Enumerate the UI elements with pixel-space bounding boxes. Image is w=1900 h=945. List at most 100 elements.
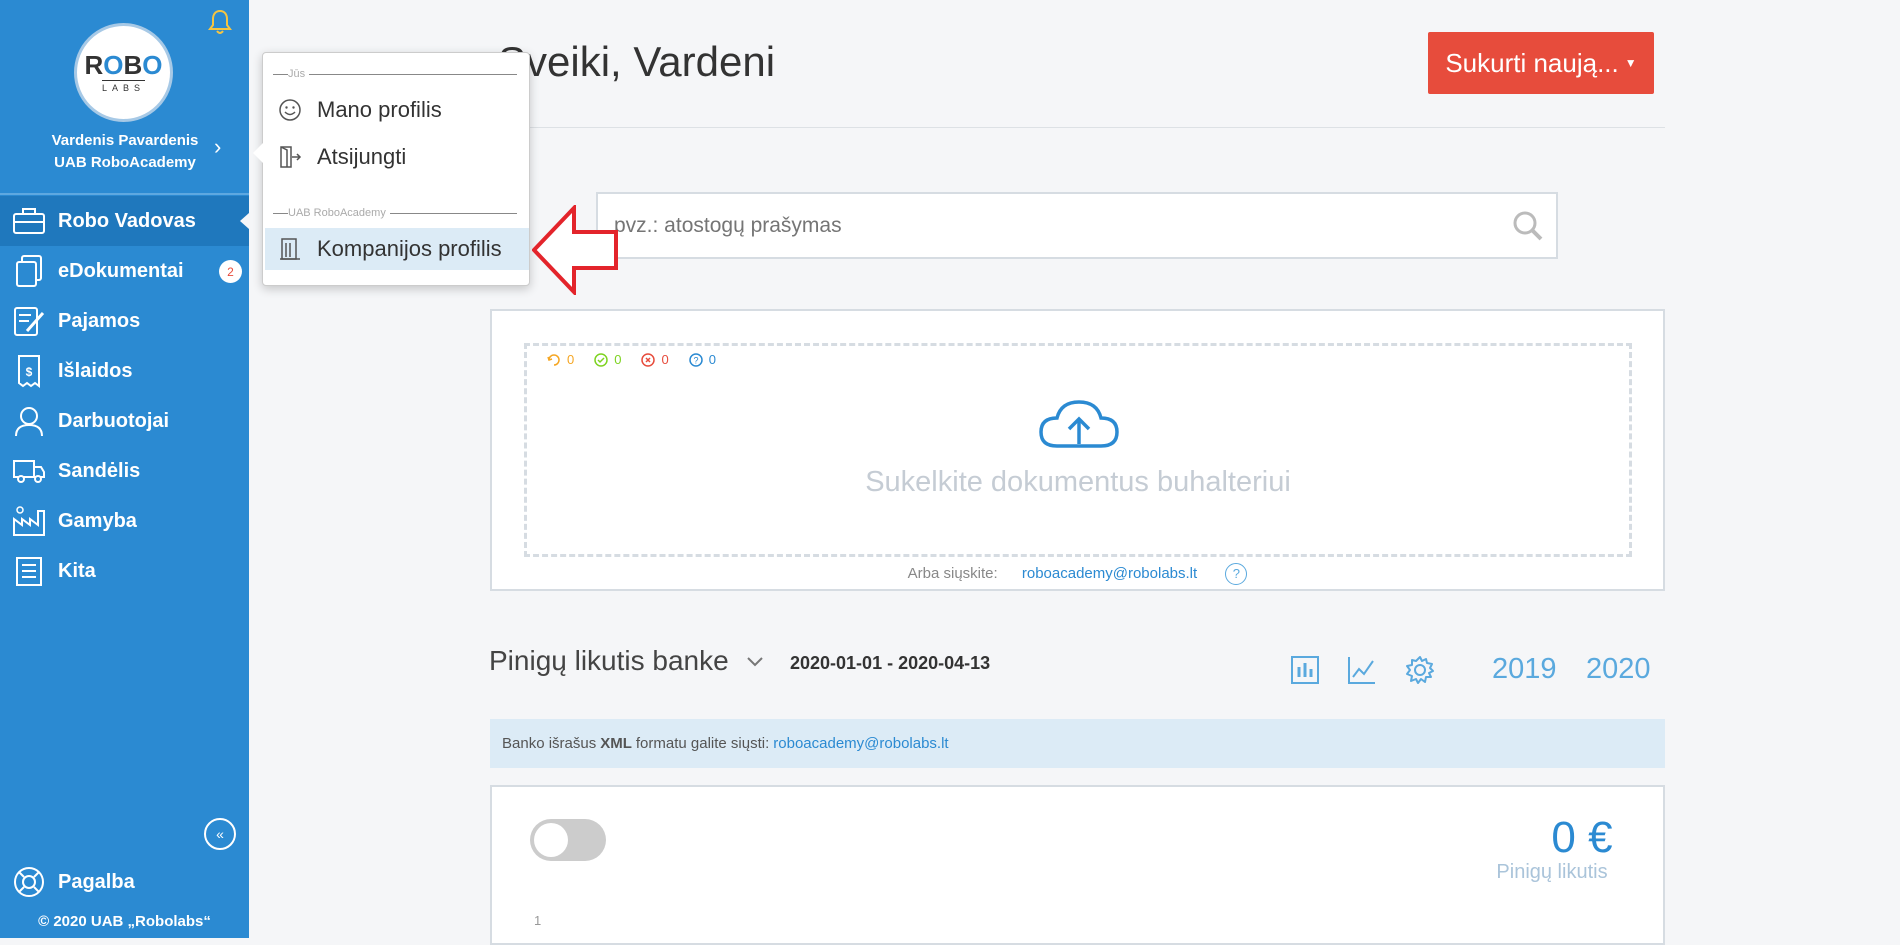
sidebar-item-islaidos[interactable]: $ Išlaidos [0, 346, 249, 396]
email-link[interactable]: roboacademy@robolabs.lt [1022, 565, 1197, 582]
sidebar-item-help[interactable]: Pagalba [12, 865, 135, 899]
header-divider [490, 127, 1665, 128]
my-profile-item[interactable]: Mano profilis [277, 89, 517, 131]
company-logo[interactable]: ROBO LABS [74, 23, 173, 122]
briefcase-icon [12, 204, 46, 238]
sidebar-item-robo-vadovas[interactable]: Robo Vadovas [0, 196, 249, 246]
truck-icon [12, 454, 46, 488]
logout-label: Atsijungti [317, 144, 407, 169]
person-icon [12, 404, 46, 438]
sidebar-nav: Robo Vadovas eDokumentai 2 Pajamos $ Išl… [0, 196, 249, 596]
error-counter: 0 [641, 352, 669, 367]
my-profile-label: Mano profilis [317, 97, 442, 122]
sidebar-item-pajamos[interactable]: Pajamos [0, 296, 249, 346]
year-2020-tab[interactable]: 2020 [1586, 653, 1651, 686]
dropzone-text: Sukelkite dokumentus buhalteriui [865, 466, 1291, 498]
upload-panel: 0 0 0 ? 0 Sukelkite dokumentus buhalteri… [490, 309, 1665, 591]
logo-labs-text: LABS [101, 80, 145, 93]
chart-toggle[interactable] [530, 819, 606, 861]
user-name: Vardenis Pavardenis [51, 132, 199, 149]
gear-icon[interactable] [1405, 655, 1435, 685]
question-circle-icon: ? [688, 352, 703, 367]
sidebar-item-label: Pajamos [58, 309, 141, 332]
sidebar: ROBO LABS Vardenis Pavardenis UAB RoboAc… [0, 0, 249, 938]
sidebar-item-edokumentai[interactable]: eDokumentai 2 [0, 246, 249, 296]
popup-pointer [253, 143, 263, 163]
smile-icon [277, 98, 303, 122]
chevron-right-icon[interactable]: › [214, 134, 221, 160]
section-label-company: UAB RoboAcademy [288, 207, 390, 219]
receipt-icon: $ [12, 354, 46, 388]
annotation-arrow-icon [532, 205, 618, 295]
documents-icon [12, 254, 46, 288]
list-icon [12, 554, 46, 588]
search-box [596, 192, 1558, 259]
door-exit-icon [277, 145, 303, 169]
balance-label: Pinigų likutis [1496, 861, 1608, 883]
sidebar-item-label: Išlaidos [58, 359, 133, 382]
axis-tick: 1 [534, 913, 542, 928]
question-counter: ? 0 [688, 352, 716, 367]
upload-counters: 0 0 0 ? 0 [547, 352, 716, 367]
copyright: © 2020 UAB „Robolabs“ [38, 913, 211, 930]
svg-text:$: $ [26, 365, 33, 379]
help-question-icon[interactable]: ? [1225, 563, 1248, 585]
create-new-label: Sukurti naują... [1445, 47, 1619, 78]
section-divider [273, 74, 517, 75]
notification-badge: 2 [219, 260, 242, 283]
x-circle-icon [641, 352, 656, 367]
info-prefix: Banko išrašus [502, 735, 597, 752]
sidebar-divider [0, 193, 249, 195]
check-circle-icon [594, 352, 608, 367]
profile-dropdown: Jūs Mano profilis Atsijungti UAB RoboAca… [253, 52, 530, 286]
lifebuoy-icon [14, 867, 44, 897]
balance-value: 0 € [1551, 813, 1613, 862]
send-email-row: Arba siųskite: roboacademy@robolabs.lt ? [492, 563, 1663, 585]
sidebar-item-sandelis[interactable]: Sandėlis [0, 446, 249, 496]
section-label-you: Jūs [288, 68, 310, 80]
sidebar-item-label: Gamyba [58, 509, 137, 532]
search-icon[interactable] [1512, 210, 1544, 242]
factory-icon [12, 504, 46, 538]
sidebar-item-label: Darbuotojai [58, 409, 170, 432]
pending-counter: 0 [547, 352, 574, 367]
logout-item[interactable]: Atsijungti [277, 136, 517, 178]
svg-text:?: ? [693, 355, 698, 365]
sidebar-item-gamyba[interactable]: Gamyba [0, 496, 249, 546]
document-dropzone[interactable]: 0 0 0 ? 0 Sukelkite dokumentus buhalteri… [524, 343, 1632, 557]
info-email-link[interactable]: roboacademy@robolabs.lt [773, 735, 948, 752]
line-chart-icon[interactable] [1347, 655, 1377, 685]
create-new-button[interactable]: Sukurti naują... ▼ [1428, 32, 1654, 94]
info-suffix: formatu galite siųsti: [635, 735, 770, 752]
info-bold: XML [600, 735, 632, 752]
refresh-icon [547, 353, 560, 366]
sidebar-item-label: Sandėlis [58, 459, 141, 482]
bank-balance-title: Pinigų likutis banke [489, 645, 729, 676]
company-profile-item[interactable]: Kompanijos profilis [265, 228, 529, 270]
search-input[interactable] [614, 213, 1494, 238]
sidebar-item-label: eDokumentai [58, 259, 184, 282]
sidebar-item-label: Robo Vadovas [58, 209, 196, 232]
user-company: UAB RoboAcademy [54, 154, 196, 171]
caret-down-icon: ▼ [1624, 56, 1637, 70]
bar-chart-icon[interactable] [1290, 655, 1320, 685]
done-counter: 0 [594, 352, 621, 367]
sidebar-item-kita[interactable]: Kita [0, 546, 249, 596]
year-2019-tab[interactable]: 2019 [1492, 653, 1557, 686]
building-icon [277, 237, 303, 261]
cloud-upload-icon [1039, 400, 1119, 448]
bell-icon[interactable] [207, 8, 233, 36]
collapse-sidebar-icon[interactable]: « [204, 818, 236, 850]
chevron-down-icon[interactable] [746, 656, 764, 668]
toggle-knob [534, 823, 568, 857]
send-label: Arba siųskite: [907, 564, 998, 582]
logo-robo-text: ROBO [84, 50, 163, 80]
balance-panel: 0 € Pinigų likutis 1 [490, 785, 1665, 945]
company-profile-label: Kompanijos profilis [317, 236, 502, 261]
sidebar-item-darbuotojai[interactable]: Darbuotojai [0, 396, 249, 446]
help-label: Pagalba [58, 870, 135, 893]
date-range[interactable]: 2020-01-01 - 2020-04-13 [790, 653, 990, 674]
bank-info-bar: Banko išrašus XML formatu galite siųsti:… [490, 719, 1665, 768]
page-title: Sveiki, Vardeni [498, 38, 776, 85]
user-info[interactable]: Vardenis Pavardenis UAB RoboAcademy [30, 130, 220, 174]
